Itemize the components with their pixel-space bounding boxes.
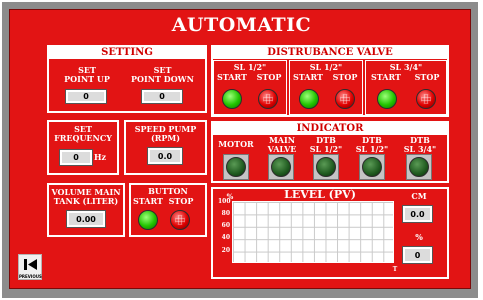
indicator-main-valve-line2: VALVE [267, 144, 297, 154]
frequency-field[interactable]: 0 [59, 149, 93, 166]
indicator-motor-lamp [226, 157, 246, 177]
indicator-dtb-2-label: DTB SL 1/2" [350, 136, 394, 154]
indicator-motor-label: MOTOR [214, 140, 258, 149]
previous-label: PREVIOUS [19, 274, 42, 279]
valve-1-start-button[interactable] [222, 89, 242, 109]
level-tick-80: 80 [221, 210, 230, 217]
page-title: AUTOMATIC [171, 14, 312, 36]
frequency-line2: FREQUENCY [54, 133, 112, 143]
set-point-up-field[interactable]: 0 [65, 89, 107, 104]
valve-2-stop-label: STOP [332, 72, 358, 82]
indicator-motor-line1: MOTOR [218, 139, 254, 149]
volume-field: 0.00 [66, 210, 106, 228]
set-point-up-line2: POINT UP [64, 74, 110, 84]
valve-1-start-label: START [217, 72, 247, 82]
valve-3-start-label: START [371, 72, 401, 82]
valve-1-stop-label: STOP [256, 72, 282, 82]
start-button[interactable] [138, 210, 158, 230]
set-point-up-label: SET POINT UP [52, 66, 122, 84]
indicator-dtb-1-label: DTB SL 1/2" [304, 136, 348, 154]
level-tick-100: 100 [218, 198, 231, 205]
indicator-dtb-2-line2: SL 1/2" [355, 144, 389, 154]
set-point-down-line2: POINT DOWN [131, 74, 194, 84]
level-pct-label: % [415, 232, 423, 242]
valve-2-start-label: START [293, 72, 323, 82]
indicator-main-valve-lamp [271, 157, 291, 177]
valve-3-stop-button[interactable] [416, 89, 436, 109]
setting-header: SETTING [49, 47, 205, 59]
level-header: LEVEL (PV) [284, 188, 356, 201]
valve-3-name: SL 3/4" [389, 62, 423, 72]
indicator-dtb-2-lamp [362, 157, 382, 177]
level-tick-60: 60 [221, 222, 230, 229]
indicator-dtb-1-lamp [316, 157, 336, 177]
button-start-label: START [133, 196, 163, 206]
volume-line2: TANK (LITER) [53, 196, 119, 206]
level-tick-40: 40 [221, 234, 230, 241]
volume-label: VOLUME MAIN TANK (LITER) [47, 188, 125, 206]
set-point-down-field[interactable]: 0 [141, 89, 183, 104]
previous-button[interactable]: PREVIOUS [18, 254, 42, 280]
indicator-dtb-3-line2: SL 3/4" [403, 144, 437, 154]
disturbance-header: DISTRUBANCE VALVE [213, 47, 447, 59]
frequency-unit: Hz [94, 152, 107, 162]
valve-2-name: SL 1/2" [309, 62, 343, 72]
valve-2-stop-button[interactable] [335, 89, 355, 109]
valve-2-start-button[interactable] [299, 89, 319, 109]
button-label: BUTTON [148, 186, 188, 196]
stop-button[interactable] [170, 210, 190, 230]
speed-pump-label: SPEED PUMP (RPM) [124, 125, 207, 143]
valve-1-stop-button[interactable] [258, 89, 278, 109]
indicator-main-valve-label: MAIN VALVE [262, 136, 302, 154]
indicator-dtb-3-lamp [409, 157, 429, 177]
valve-1-name: SL 1/2" [233, 62, 267, 72]
level-cm-field: 0.0 [402, 205, 433, 223]
valve-3-stop-label: STOP [414, 72, 440, 82]
level-trend-chart [232, 201, 394, 263]
level-x-unit: T [392, 266, 398, 273]
speed-pump-line2: (RPM) [150, 133, 181, 143]
indicator-dtb-3-label: DTB SL 3/4" [396, 136, 444, 154]
skip-back-icon [24, 259, 37, 270]
level-tick-20: 20 [221, 247, 230, 254]
valve-3-start-button[interactable] [377, 89, 397, 109]
indicator-dtb-1-line2: SL 1/2" [309, 144, 343, 154]
indicator-header: INDICATOR [213, 123, 447, 135]
speed-pump-field: 0.0 [147, 147, 183, 165]
level-pct-field: 0 [402, 246, 433, 264]
level-cm-label: CM [411, 191, 427, 201]
set-point-down-label: SET POINT DOWN [125, 66, 200, 84]
button-stop-label: STOP [168, 196, 194, 206]
frequency-label: SET FREQUENCY [47, 125, 119, 143]
